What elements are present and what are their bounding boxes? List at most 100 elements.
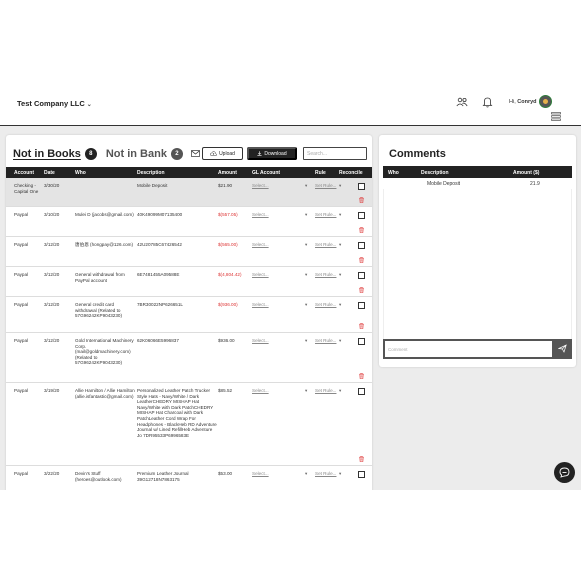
download-button[interactable]: Download (247, 147, 297, 160)
chevron-down-icon: ▾ (305, 212, 308, 217)
send-icon[interactable] (558, 344, 567, 353)
table-row[interactable]: Paypal 3/12/20 General withdrawal from Pay… (6, 267, 372, 297)
col-rule[interactable]: Rule (315, 170, 326, 176)
who-cell: Mulei D (jacobs@gmail.com) (75, 212, 134, 217)
account-cell: Paypal (14, 471, 29, 476)
upload-button[interactable]: Upload (202, 147, 243, 160)
col-date[interactable]: Date (44, 170, 55, 176)
trash-icon[interactable] (359, 227, 364, 233)
trash-icon[interactable] (359, 197, 364, 203)
amount-cell: $85.52 (218, 388, 233, 393)
company-selector[interactable]: Test Company LLC ⌄ (17, 99, 92, 108)
description-cell: Premium Leather Journal 39G12718N7863175 (137, 471, 189, 482)
col-gl-account[interactable]: GL Account (252, 170, 280, 176)
col-amount: Amount ($) (513, 170, 540, 176)
table-header: Account Date Who Description Amount GL A… (6, 167, 372, 178)
gl-account-select[interactable]: Select... (252, 471, 269, 477)
gl-account-select[interactable]: Select... (252, 183, 269, 189)
rule-select[interactable]: Set Rule... (315, 388, 336, 394)
trash-icon[interactable] (359, 373, 364, 379)
reconcile-checkbox[interactable] (358, 388, 365, 395)
table-row[interactable]: Paypal 3/22/20 Devin's Stuff (heroes@outlo… (6, 466, 372, 490)
gl-account-select[interactable]: Select... (252, 388, 269, 394)
chat-icon (559, 467, 570, 478)
chat-button[interactable] (554, 462, 575, 483)
gl-account-select[interactable]: Select... (252, 272, 269, 278)
comments-panel: Comments Who Description Amount ($) Mobi… (379, 135, 576, 367)
trash-icon[interactable] (359, 456, 364, 462)
rule-select[interactable]: Set Rule... (315, 242, 336, 248)
tabs: Not in Books 8 Not in Bank 2 (13, 146, 183, 162)
col-reconcile[interactable]: Reconcile (339, 170, 363, 176)
trash-icon[interactable] (359, 287, 364, 293)
reconcile-checkbox[interactable] (358, 242, 365, 249)
comments-title: Comments (389, 148, 446, 160)
date-cell: 3/30/20 (44, 183, 60, 188)
transactions-panel: Not in Books 8 Not in Bank 2 Upload Down… (6, 135, 372, 490)
tab-not-in-books[interactable]: Not in Books 8 (13, 148, 97, 160)
table-row[interactable]: Checking - Capital One 3/30/20 Mobile Depo… (6, 178, 372, 207)
mail-icon[interactable] (191, 150, 200, 157)
col-account[interactable]: Account (14, 170, 34, 176)
col-description[interactable]: Description (137, 170, 165, 176)
reconcile-checkbox[interactable] (358, 212, 365, 219)
tab-label: Not in Bank (105, 148, 167, 160)
description-cell: 42U20785C67426542 (137, 242, 182, 247)
rule-select[interactable]: Set Rule... (315, 302, 336, 308)
gl-account-select[interactable]: Select... (252, 338, 269, 344)
account-cell: Checking - Capital One (14, 183, 39, 194)
description-cell: 6E7481455A09588E (137, 272, 180, 277)
amount-cell: $936.00 (218, 338, 235, 343)
tab-not-in-bank[interactable]: Not in Bank 2 (106, 148, 183, 160)
reconcile-checkbox[interactable] (358, 338, 365, 345)
rule-select[interactable]: Set Rule... (315, 471, 336, 477)
menu-icon[interactable] (551, 112, 561, 121)
download-icon (257, 151, 262, 156)
chevron-down-icon: ▾ (339, 471, 342, 476)
table-row[interactable]: Paypal 3/10/20 Mulei D (jacobs@gmail.com) 4… (6, 207, 372, 237)
rule-select[interactable]: Set Rule... (315, 212, 336, 218)
amount-cell: $53.00 (218, 471, 233, 476)
app-frame: Test Company LLC ⌄ Hi, Conryd Not in Boo… (0, 84, 581, 490)
account-cell: Paypal (14, 302, 29, 307)
table-row[interactable]: Paypal 3/19/20 Allie Hamilton / Allie Hami… (6, 383, 372, 466)
trash-icon[interactable] (359, 257, 364, 263)
date-cell: 3/12/20 (44, 242, 60, 247)
reconcile-checkbox[interactable] (358, 272, 365, 279)
people-icon[interactable] (456, 97, 468, 107)
comments-list (383, 189, 572, 339)
reconcile-checkbox[interactable] (358, 471, 365, 478)
gl-account-select[interactable]: Select... (252, 242, 269, 248)
description-cell: Mobile Deposit (137, 183, 168, 188)
comments-row: Mobile Deposit 21.9 (383, 179, 572, 189)
comments-table-header: Who Description Amount ($) (383, 166, 572, 178)
gl-account-select[interactable]: Select... (252, 302, 269, 308)
who-cell: General withdrawal from PayPal account (75, 272, 125, 283)
trash-icon[interactable] (359, 323, 364, 329)
chevron-down-icon: ▾ (339, 388, 342, 393)
who-cell: General credit card withdrawal (Related … (75, 302, 122, 319)
table-row[interactable]: Paypal 3/12/20 General credit card withdra… (6, 297, 372, 333)
search-input[interactable] (303, 147, 367, 160)
reconcile-checkbox[interactable] (358, 302, 365, 309)
col-who[interactable]: Who (75, 170, 86, 176)
rule-select[interactable]: Set Rule... (315, 338, 336, 344)
amount-cell: $21.90 (218, 183, 233, 188)
comment-input[interactable] (385, 341, 552, 357)
chevron-down-icon: ▾ (305, 471, 308, 476)
who-cell: Devin's Stuff (heroes@outlook.com) (75, 471, 122, 482)
avatar[interactable] (539, 95, 552, 108)
table-row[interactable]: Paypal 3/12/20 Gold International Machiner… (6, 333, 372, 383)
rule-select[interactable]: Set Rule... (315, 183, 336, 189)
table-row[interactable]: Paypal 3/12/20 唐伯恩 (hongpay@126.com) 42U207… (6, 237, 372, 267)
download-label: Download (264, 150, 287, 157)
amount-cell: $(565.00) (218, 242, 238, 247)
col-amount[interactable]: Amount (218, 170, 237, 176)
comment-amount: 21.9 (530, 181, 540, 187)
bell-icon[interactable] (482, 96, 493, 108)
rule-select[interactable]: Set Rule... (315, 272, 336, 278)
col-description: Description (421, 170, 449, 176)
date-cell: 3/12/20 (44, 302, 60, 307)
reconcile-checkbox[interactable] (358, 183, 365, 190)
gl-account-select[interactable]: Select... (252, 212, 269, 218)
